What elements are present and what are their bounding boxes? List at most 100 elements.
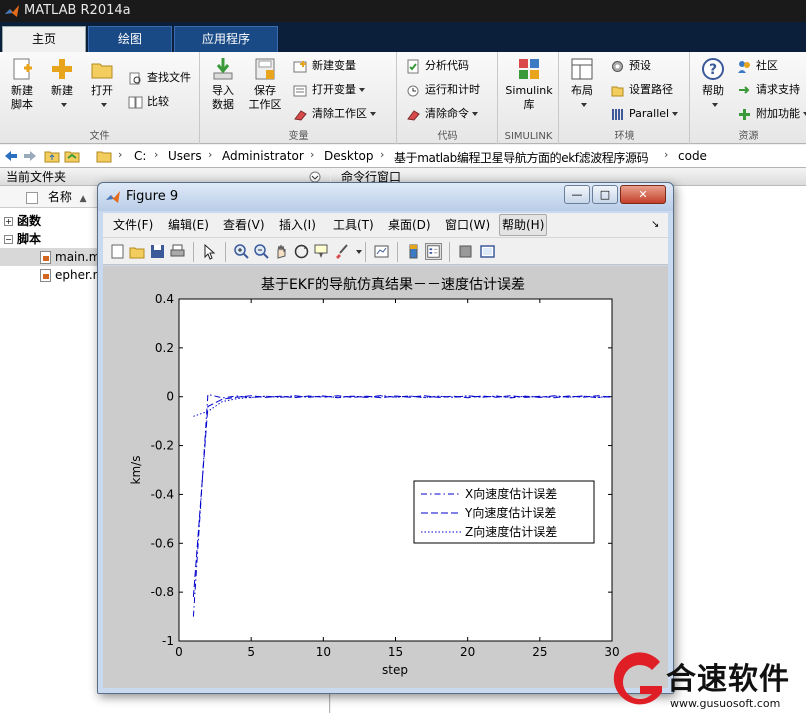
forward-arrow-icon[interactable]	[22, 148, 38, 164]
compare-button[interactable]: 比较	[128, 92, 169, 112]
expand-icon[interactable]: +	[4, 217, 13, 226]
ribbon-group-resources: ? 帮助 社区 请求支持 附加功能 资源	[691, 52, 806, 144]
y-tick-label: -0.2	[151, 439, 174, 453]
breadcrumb-users[interactable]: Users	[168, 149, 202, 163]
chevron-down-icon	[580, 103, 587, 107]
zoom-out-icon[interactable]	[253, 243, 270, 260]
app-title: MATLAB R2014a	[24, 3, 131, 18]
y-tick-label: -0.6	[151, 536, 174, 550]
clear-workspace-button[interactable]: 清除工作区	[293, 104, 376, 124]
chevron-down-icon	[100, 103, 107, 107]
new-script-icon	[13, 58, 32, 80]
import-data-button[interactable]: 导入 数据	[205, 56, 241, 112]
breadcrumb-project-folder[interactable]: 基于matlab编程卫星导航方面的ekf滤波程序源码	[394, 149, 649, 166]
figure-menu-bar: 文件(F) 编辑(E) 查看(V) 插入(I) 工具(T) 桌面(D) 窗口(W…	[103, 213, 668, 237]
new-variable-icon	[293, 60, 307, 72]
save-workspace-button[interactable]: 保存 工作区	[245, 56, 285, 112]
help-button[interactable]: ? 帮助	[695, 56, 731, 112]
menu-overflow-icon[interactable]: ↘	[651, 213, 659, 237]
collapse-icon[interactable]: −	[4, 235, 13, 244]
add-ons-icon	[739, 108, 750, 120]
parallel-button[interactable]: Parallel	[610, 104, 679, 124]
clear-commands-button[interactable]: 清除命令	[406, 104, 478, 124]
new-button[interactable]: 新建	[44, 56, 80, 112]
open-button[interactable]: 打开	[84, 56, 120, 112]
toolbar-separator	[365, 242, 366, 262]
layout-button[interactable]: 布局	[564, 56, 600, 112]
up-folder-icon[interactable]	[44, 148, 60, 164]
path-separator: ›	[208, 148, 213, 161]
community-button[interactable]: 社区	[737, 56, 778, 76]
show-plot-tools-icon[interactable]	[479, 243, 496, 260]
parallel-icon	[612, 108, 623, 120]
brush-dropdown-icon[interactable]	[356, 250, 362, 254]
menu-file[interactable]: 文件(F)	[111, 213, 155, 237]
simulink-library-button[interactable]: Simulink 库	[503, 56, 555, 112]
ribbon-group-label: 资源	[738, 131, 759, 142]
save-workspace-icon	[255, 58, 275, 80]
menu-view[interactable]: 查看(V)	[221, 213, 267, 237]
chart-legend: X向速度估计误差 Y向速度估计误差 Z向速度估计误差	[413, 480, 595, 544]
folder-icon	[96, 151, 112, 163]
link-plot-icon[interactable]	[373, 243, 390, 260]
rotate-3d-icon[interactable]	[293, 243, 310, 260]
chevron-down-icon	[672, 112, 679, 116]
new-variable-button[interactable]: 新建变量	[293, 56, 356, 76]
x-axis-label: step	[382, 663, 408, 677]
maximize-button[interactable]: □	[592, 185, 618, 204]
close-button[interactable]: ✕	[620, 185, 666, 204]
new-figure-icon[interactable]	[109, 243, 126, 260]
menu-edit[interactable]: 编辑(E)	[166, 213, 211, 237]
colorbar-icon[interactable]	[405, 243, 422, 260]
menu-insert[interactable]: 插入(I)	[277, 213, 318, 237]
y-tick-label: 0.4	[155, 292, 174, 306]
new-plus-icon	[52, 59, 72, 79]
print-icon[interactable]	[169, 243, 186, 260]
menu-help[interactable]: 帮助(H)	[499, 214, 548, 236]
breadcrumb-desktop[interactable]: Desktop	[324, 149, 374, 163]
gear-icon	[612, 60, 623, 72]
help-icon: ?	[702, 58, 724, 80]
pointer-icon[interactable]	[201, 243, 218, 260]
browse-folder-icon[interactable]	[64, 148, 80, 164]
chart-title: 基于EKF的导航仿真结果－－速度估计误差	[261, 276, 525, 293]
breadcrumb-c[interactable]: C:	[134, 149, 146, 163]
ribbon-group-variable: 导入 数据 保存 工作区 新建变量 打开变量 清除工作区 变量	[201, 52, 397, 144]
menu-tools[interactable]: 工具(T)	[331, 213, 376, 237]
zoom-in-icon[interactable]	[233, 243, 250, 260]
preferences-button[interactable]: 预设	[610, 56, 651, 76]
line-chart: 基于EKF的导航仿真结果－－速度估计误差 0 5 10 15 20 25 30-1-0.8-…	[129, 276, 620, 677]
y-tick-label: -1	[162, 634, 174, 648]
path-separator: ›	[664, 148, 669, 161]
run-and-time-button[interactable]: 运行和计时	[406, 80, 480, 100]
run-and-time-icon	[407, 85, 419, 96]
legend-icon[interactable]	[425, 243, 442, 260]
ribbon-group-label: 环境	[614, 131, 635, 142]
add-ons-button[interactable]: 附加功能	[737, 104, 806, 124]
new-script-button[interactable]: 新建 脚本	[4, 56, 40, 112]
breadcrumb-code[interactable]: code	[678, 149, 707, 163]
request-support-button[interactable]: 请求支持	[737, 80, 800, 100]
open-file-icon[interactable]	[129, 243, 146, 260]
menu-window[interactable]: 窗口(W)	[443, 213, 492, 237]
back-arrow-icon[interactable]	[3, 148, 19, 164]
brush-icon[interactable]	[333, 243, 350, 260]
breadcrumb-administrator[interactable]: Administrator	[222, 149, 304, 163]
tab-plots[interactable]: 绘图	[88, 26, 172, 52]
tab-apps[interactable]: 应用程序	[174, 26, 278, 52]
menu-desktop[interactable]: 桌面(D)	[386, 213, 433, 237]
minimize-button[interactable]: —	[564, 185, 590, 204]
x-tick-label: 5	[247, 645, 255, 659]
data-cursor-icon[interactable]	[313, 243, 330, 260]
pan-icon[interactable]	[273, 243, 290, 260]
analyze-code-button[interactable]: 分析代码	[406, 56, 469, 76]
open-variable-button[interactable]: 打开变量	[293, 80, 365, 100]
x-tick-label: 15	[388, 645, 403, 659]
y-tick-label: -0.8	[151, 585, 174, 599]
path-separator: ›	[380, 148, 385, 161]
save-icon[interactable]	[149, 243, 166, 260]
set-path-button[interactable]: 设置路径	[610, 80, 673, 100]
tab-home[interactable]: 主页	[2, 26, 86, 52]
find-files-button[interactable]: 查找文件	[128, 68, 191, 88]
hide-plot-tools-icon[interactable]	[457, 243, 474, 260]
